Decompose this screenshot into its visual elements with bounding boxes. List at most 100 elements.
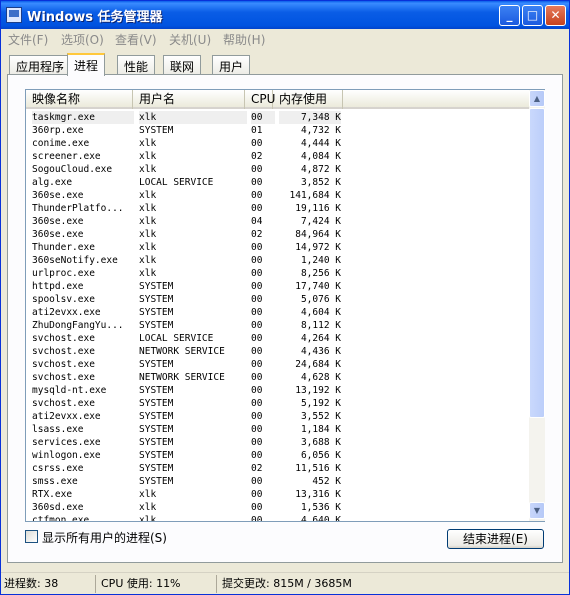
table-row[interactable]: Thunder.exe xlk 00 14,972 K <box>26 241 529 254</box>
table-row[interactable]: ati2evxx.exe SYSTEM 00 3,552 K <box>26 410 529 423</box>
process-cpu: 00 <box>251 307 263 318</box>
table-row[interactable]: csrss.exe SYSTEM 02 11,516 K <box>26 462 529 475</box>
table-row[interactable]: urlproc.exe xlk 00 8,256 K <box>26 267 529 280</box>
process-user-name: SYSTEM <box>139 437 174 448</box>
table-row[interactable]: 360se.exe xlk 02 84,964 K <box>26 228 529 241</box>
close-button[interactable]: ✕ <box>545 5 566 26</box>
process-list-body: taskmgr.exe xlk 00 7,348 K 360rp.exe SYSTEM 01… <box>26 111 529 521</box>
end-process-button[interactable]: 结束进程(E) <box>447 529 544 549</box>
table-row[interactable]: ctfmon.exe xlk 00 4,640 K <box>26 514 529 521</box>
minimize-button[interactable]: _ <box>499 5 520 26</box>
menu-view[interactable]: 查看(V) <box>115 31 157 48</box>
process-memory: 24,684 K <box>295 359 341 370</box>
show-all-users-checkbox[interactable] <box>25 530 38 543</box>
process-cpu: 00 <box>251 177 263 188</box>
process-user-name: SYSTEM <box>139 125 174 136</box>
process-cpu: 00 <box>251 255 263 266</box>
process-memory: 4,604 K <box>300 307 341 318</box>
process-memory: 11,516 K <box>295 463 341 474</box>
tab-performance[interactable]: 性能 <box>117 55 156 75</box>
process-user-name: LOCAL SERVICE <box>139 177 214 188</box>
status-cpu-usage: CPU 使用: 11% <box>98 575 217 593</box>
table-row[interactable]: svchost.exe SYSTEM 00 24,684 K <box>26 358 529 371</box>
tab-networking[interactable]: 联网 <box>163 55 202 75</box>
process-memory: 4,872 K <box>300 164 341 175</box>
table-row[interactable]: svchost.exe NETWORK SERVICE 00 4,436 K <box>26 345 529 358</box>
table-row[interactable]: screener.exe xlk 02 4,084 K <box>26 150 529 163</box>
process-user-name: SYSTEM <box>139 307 174 318</box>
table-row[interactable]: svchost.exe LOCAL SERVICE 00 4,264 K <box>26 332 529 345</box>
process-user-name: xlk <box>139 255 157 266</box>
process-image-name: 360seNotify.exe <box>32 255 118 266</box>
table-row[interactable]: 360se.exe xlk 04 7,424 K <box>26 215 529 228</box>
table-row[interactable]: winlogon.exe SYSTEM 00 6,056 K <box>26 449 529 462</box>
process-user-name: SYSTEM <box>139 476 174 487</box>
process-user-name: NETWORK SERVICE <box>139 346 225 357</box>
process-memory: 4,084 K <box>300 151 341 162</box>
process-cpu: 01 <box>251 125 263 136</box>
status-process-count: 进程数: 38 <box>1 575 96 593</box>
process-memory: 7,348 K <box>279 111 341 124</box>
process-user-name: xlk <box>139 229 157 240</box>
process-image-name: conime.exe <box>32 138 90 149</box>
table-row[interactable]: services.exe SYSTEM 00 3,688 K <box>26 436 529 449</box>
column-memory[interactable]: 内存使用 <box>273 90 343 109</box>
window-title: Windows 任务管理器 <box>27 10 163 25</box>
process-user-name: SYSTEM <box>139 450 174 461</box>
process-list[interactable]: 映像名称 用户名 CPU 内存使用 taskmgr.exe xlk 00 7,348 … <box>25 89 545 522</box>
process-cpu: 00 <box>251 346 263 357</box>
table-row[interactable]: smss.exe SYSTEM 00 452 K <box>26 475 529 488</box>
process-user-name: xlk <box>139 164 157 175</box>
tab-processes[interactable]: 进程 <box>67 53 106 76</box>
menu-help[interactable]: 帮助(H) <box>223 31 265 48</box>
process-memory: 5,076 K <box>300 294 341 305</box>
tab-users[interactable]: 用户 <box>212 55 251 75</box>
process-cpu: 00 <box>251 385 263 396</box>
column-user-name[interactable]: 用户名 <box>133 90 245 109</box>
process-memory: 14,972 K <box>295 242 341 253</box>
table-row[interactable]: svchost.exe SYSTEM 00 5,192 K <box>26 397 529 410</box>
table-row[interactable]: SogouCloud.exe xlk 00 4,872 K <box>26 163 529 176</box>
show-all-users-label[interactable]: 显示所有用户的进程(S) <box>42 529 167 546</box>
column-image-name[interactable]: 映像名称 <box>26 90 133 109</box>
table-row[interactable]: 360seNotify.exe xlk 00 1,240 K <box>26 254 529 267</box>
process-user-name: xlk <box>139 502 157 513</box>
process-image-name: lsass.exe <box>32 424 84 435</box>
process-cpu: 00 <box>251 515 263 521</box>
scroll-thumb[interactable] <box>529 108 545 418</box>
table-row[interactable]: lsass.exe SYSTEM 00 1,184 K <box>26 423 529 436</box>
table-row[interactable]: taskmgr.exe xlk 00 7,348 K <box>26 111 529 124</box>
vertical-scrollbar[interactable]: ▲ ▼ <box>529 90 545 521</box>
scroll-up-button[interactable]: ▲ <box>529 90 545 107</box>
maximize-button[interactable]: □ <box>522 5 543 26</box>
task-manager-window: Windows 任务管理器 _ □ ✕ 文件(F) 选项(O) 查看(V) 关机… <box>0 0 570 595</box>
menu-file[interactable]: 文件(F) <box>8 31 48 48</box>
table-row[interactable]: conime.exe xlk 00 4,444 K <box>26 137 529 150</box>
menu-options[interactable]: 选项(O) <box>61 31 104 48</box>
table-row[interactable]: mysqld-nt.exe SYSTEM 00 13,192 K <box>26 384 529 397</box>
table-row[interactable]: 360sd.exe xlk 00 1,536 K <box>26 501 529 514</box>
table-row[interactable]: 360rp.exe SYSTEM 01 4,732 K <box>26 124 529 137</box>
table-row[interactable]: ati2evxx.exe SYSTEM 00 4,604 K <box>26 306 529 319</box>
title-bar[interactable]: Windows 任务管理器 _ □ ✕ <box>1 1 569 29</box>
process-memory: 8,112 K <box>300 320 341 331</box>
column-cpu[interactable]: CPU <box>245 90 275 109</box>
table-row[interactable]: 360se.exe xlk 00 141,684 K <box>26 189 529 202</box>
table-row[interactable]: alg.exe LOCAL SERVICE 00 3,852 K <box>26 176 529 189</box>
table-row[interactable]: svchost.exe NETWORK SERVICE 00 4,628 K <box>26 371 529 384</box>
process-cpu: 00 <box>251 320 263 331</box>
table-row[interactable]: httpd.exe SYSTEM 00 17,740 K <box>26 280 529 293</box>
table-row[interactable]: RTX.exe xlk 00 13,316 K <box>26 488 529 501</box>
tab-applications[interactable]: 应用程序 <box>9 55 72 75</box>
scroll-down-button[interactable]: ▼ <box>529 502 545 519</box>
table-row[interactable]: spoolsv.exe SYSTEM 00 5,076 K <box>26 293 529 306</box>
process-user-name: xlk <box>139 203 157 214</box>
process-image-name: svchost.exe <box>32 359 95 370</box>
process-cpu: 00 <box>251 294 263 305</box>
table-row[interactable]: ThunderPlatfo... xlk 00 19,116 K <box>26 202 529 215</box>
process-image-name: 360se.exe <box>32 216 84 227</box>
menu-shutdown[interactable]: 关机(U) <box>169 31 211 48</box>
process-cpu: 00 <box>251 450 263 461</box>
process-image-name: 360se.exe <box>32 229 84 240</box>
table-row[interactable]: ZhuDongFangYu... SYSTEM 00 8,112 K <box>26 319 529 332</box>
